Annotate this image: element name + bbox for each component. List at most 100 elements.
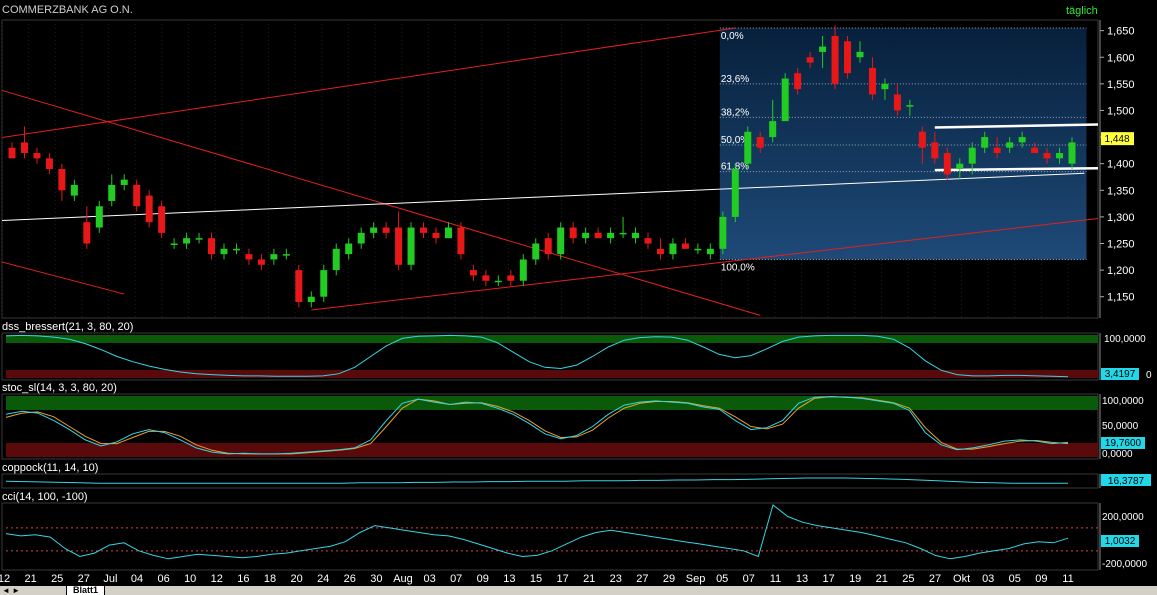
dss-tick-label: 0 (1146, 370, 1152, 381)
stoc-oversold-band (6, 443, 1098, 457)
x-axis-label: 25 (51, 573, 63, 585)
price-tick-label: 1,400 (1107, 159, 1135, 171)
candle-body (607, 232, 615, 239)
x-axis-label: 09 (1035, 573, 1047, 585)
x-axis-label: 27 (929, 573, 941, 585)
candle-body (332, 248, 340, 271)
candle-body (20, 142, 28, 154)
x-axis-label: 29 (663, 573, 675, 585)
x-axis-label: 27 (78, 573, 90, 585)
cci-tick-label: -200,0000 (1102, 559, 1147, 570)
price-tick-label: 1,250 (1107, 239, 1135, 251)
candle-body (70, 184, 78, 196)
x-axis-label: 12 (0, 573, 10, 585)
x-axis-label: 12 (211, 573, 223, 585)
candle-body (569, 227, 577, 239)
candle-body (183, 238, 191, 244)
fib-level-label: 100,0% (721, 262, 755, 273)
candle-body (918, 131, 926, 148)
candle-body (731, 169, 739, 217)
candle-body (943, 153, 951, 175)
dss-tick-label: 100,0000 (1104, 334, 1146, 345)
candle-body (968, 147, 976, 164)
cci-value-label: 1,0032 (1105, 536, 1136, 547)
coppock-value-label: 16,3787 (1108, 476, 1145, 487)
x-axis-label: 13 (796, 573, 808, 585)
candle-body (794, 73, 802, 90)
candle-body (694, 248, 702, 251)
candle-body (282, 254, 290, 256)
candle-body (232, 248, 240, 251)
candle-body (120, 179, 128, 185)
x-axis-label: 11 (770, 573, 781, 585)
price-tick-label: 1,550 (1107, 79, 1135, 91)
candle-body (345, 243, 353, 255)
x-axis-label: 05 (1009, 573, 1021, 585)
x-axis-label: 17 (822, 573, 834, 585)
stoc-pane-label: stoc_sl(14, 3, 3, 80, 20) (2, 382, 117, 394)
stoc-tick-label: 50,0000 (1102, 421, 1139, 432)
chart-canvas: 0,0%23,6%38,2%50,0%61,8%100,0%1,6501,600… (0, 19, 1152, 585)
x-axis-label: 07 (743, 573, 755, 585)
candle-body (619, 232, 627, 235)
sheet-tab-bar (0, 586, 1157, 595)
candle-body (307, 296, 315, 303)
price-marker-label: 1,448 (1104, 134, 1129, 145)
price-tick-label: 1,650 (1107, 26, 1135, 38)
candle-body (1006, 142, 1014, 148)
x-axis-label: Jul (103, 573, 117, 585)
candle-body (195, 238, 203, 240)
stoc-tick-label: 100,0000 (1102, 396, 1144, 407)
x-axis-label: 19 (849, 573, 861, 585)
candle-body (632, 232, 640, 239)
candle-body (993, 147, 1001, 154)
price-tick-label: 1,150 (1107, 292, 1135, 304)
coppock-pane-label: coppock(11, 14, 10) (2, 462, 99, 474)
candle-body (769, 121, 777, 138)
candle-body (395, 227, 403, 265)
x-axis-label: 09 (477, 573, 489, 585)
x-axis-label: Aug (393, 573, 413, 585)
candle-body (158, 206, 166, 233)
frequency-label[interactable]: täglich (1066, 5, 1098, 17)
candle-body (1068, 142, 1076, 164)
stoc-tick-label: 0,0000 (1102, 449, 1133, 460)
dss-oversold-band (6, 370, 1098, 378)
price-tick-label: 1,350 (1107, 185, 1135, 197)
x-axis-label: 30 (370, 573, 382, 585)
x-axis-label: 15 (530, 573, 542, 585)
fib-level-label: 0,0% (721, 31, 744, 42)
candle-body (931, 142, 939, 159)
candle-body (532, 243, 540, 260)
x-axis-label: 23 (610, 573, 622, 585)
candle-body (133, 184, 141, 207)
candle-body (906, 105, 914, 107)
x-axis-label: 03 (982, 573, 994, 585)
candle-body (831, 35, 839, 84)
candle-body (981, 137, 989, 148)
candle-body (45, 158, 53, 169)
dss-pane-label: dss_bressert(21, 3, 80, 20) (2, 321, 134, 333)
cci-pane-frame (1, 502, 1099, 571)
candle-body (781, 78, 789, 122)
dss-overbought-band (6, 335, 1098, 343)
cci-pane-label: cci(14, 100, -100) (2, 491, 88, 503)
candle-body (208, 238, 216, 255)
price-tick-label: 1,300 (1107, 212, 1135, 224)
candle-body (644, 238, 652, 244)
sheet-tab[interactable]: Blatt1 (66, 586, 106, 595)
stoc-value-label: 19,7600 (1105, 438, 1142, 449)
tab-scroll-arrows[interactable]: ◄ ► (2, 586, 20, 595)
price-tick-label: 1,500 (1107, 105, 1135, 117)
x-axis-label: 20 (290, 573, 302, 585)
candle-body (519, 259, 527, 281)
x-axis-label: 21 (876, 573, 888, 585)
candle-body (582, 232, 590, 239)
x-axis-label: 07 (450, 573, 462, 585)
candle-body (444, 227, 452, 239)
candle-body (8, 147, 16, 159)
candle-body (706, 248, 714, 255)
x-axis-label: 11 (1062, 573, 1073, 585)
candle-body (245, 254, 253, 260)
candle-body (1018, 137, 1026, 143)
